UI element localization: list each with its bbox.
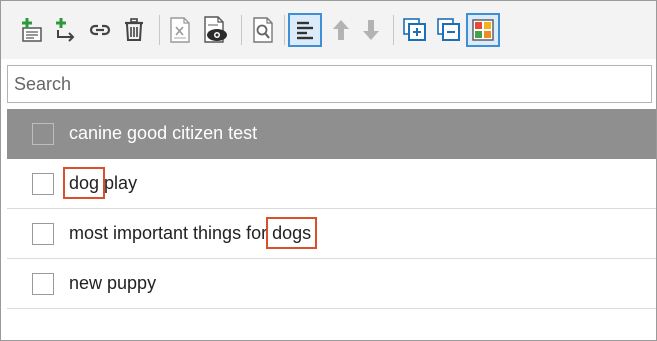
- add-subitem-button[interactable]: [49, 13, 83, 47]
- collapse-all-icon: [437, 18, 460, 41]
- color-grid-button[interactable]: [466, 13, 500, 47]
- search-match-highlight: dog: [62, 167, 106, 199]
- search-match-highlight: dogs: [266, 217, 318, 249]
- export-button[interactable]: [163, 13, 197, 47]
- move-up-icon: [333, 20, 349, 40]
- export-excel-icon: [170, 17, 190, 43]
- item-checkbox[interactable]: [32, 272, 54, 295]
- list-item[interactable]: new puppy: [7, 259, 656, 309]
- add-item-button[interactable]: [15, 13, 49, 47]
- properties-button[interactable]: [246, 13, 280, 47]
- list-item[interactable]: dog play: [7, 159, 656, 209]
- app-window: canine good citizen test dog play most i…: [0, 0, 657, 341]
- list-item[interactable]: canine good citizen test: [7, 109, 656, 159]
- toolbar-separator: [159, 15, 160, 45]
- label-text: play: [99, 173, 138, 193]
- item-checkbox[interactable]: [32, 172, 54, 195]
- delete-button[interactable]: [117, 13, 151, 47]
- preview-button[interactable]: [199, 13, 233, 47]
- list-view-icon: [297, 21, 313, 40]
- list-item-label: new puppy: [69, 273, 157, 293]
- label-text: most important things for: [69, 223, 273, 243]
- add-subitem-icon: [56, 18, 75, 42]
- properties-icon: [253, 17, 273, 43]
- collapse-all-button[interactable]: [432, 13, 466, 47]
- toolbar-separator: [284, 15, 285, 45]
- topic-list: canine good citizen test dog play most i…: [7, 109, 656, 309]
- preview-icon: [204, 16, 227, 43]
- delete-icon: [125, 18, 143, 41]
- search-input[interactable]: [7, 65, 652, 103]
- link-button[interactable]: [83, 13, 117, 47]
- item-checkbox[interactable]: [32, 222, 54, 245]
- add-item-icon: [22, 18, 42, 42]
- item-checkbox[interactable]: [32, 122, 54, 145]
- list-item[interactable]: most important things for dogs: [7, 209, 656, 259]
- list-view-button[interactable]: [288, 13, 322, 47]
- toolbar-separator: [393, 15, 394, 45]
- expand-all-icon: [403, 18, 426, 41]
- move-down-icon: [363, 20, 379, 40]
- toolbar-separator: [241, 15, 242, 45]
- color-grid-icon: [472, 19, 494, 41]
- list-item-label: dog play: [62, 167, 138, 199]
- link-icon: [89, 24, 111, 36]
- move-down-button[interactable]: [354, 13, 388, 47]
- expand-all-button[interactable]: [398, 13, 432, 47]
- toolbar: [1, 1, 656, 59]
- list-item-label: canine good citizen test: [69, 123, 258, 143]
- list-item-label: most important things for dogs: [69, 217, 318, 249]
- move-up-button[interactable]: [324, 13, 358, 47]
